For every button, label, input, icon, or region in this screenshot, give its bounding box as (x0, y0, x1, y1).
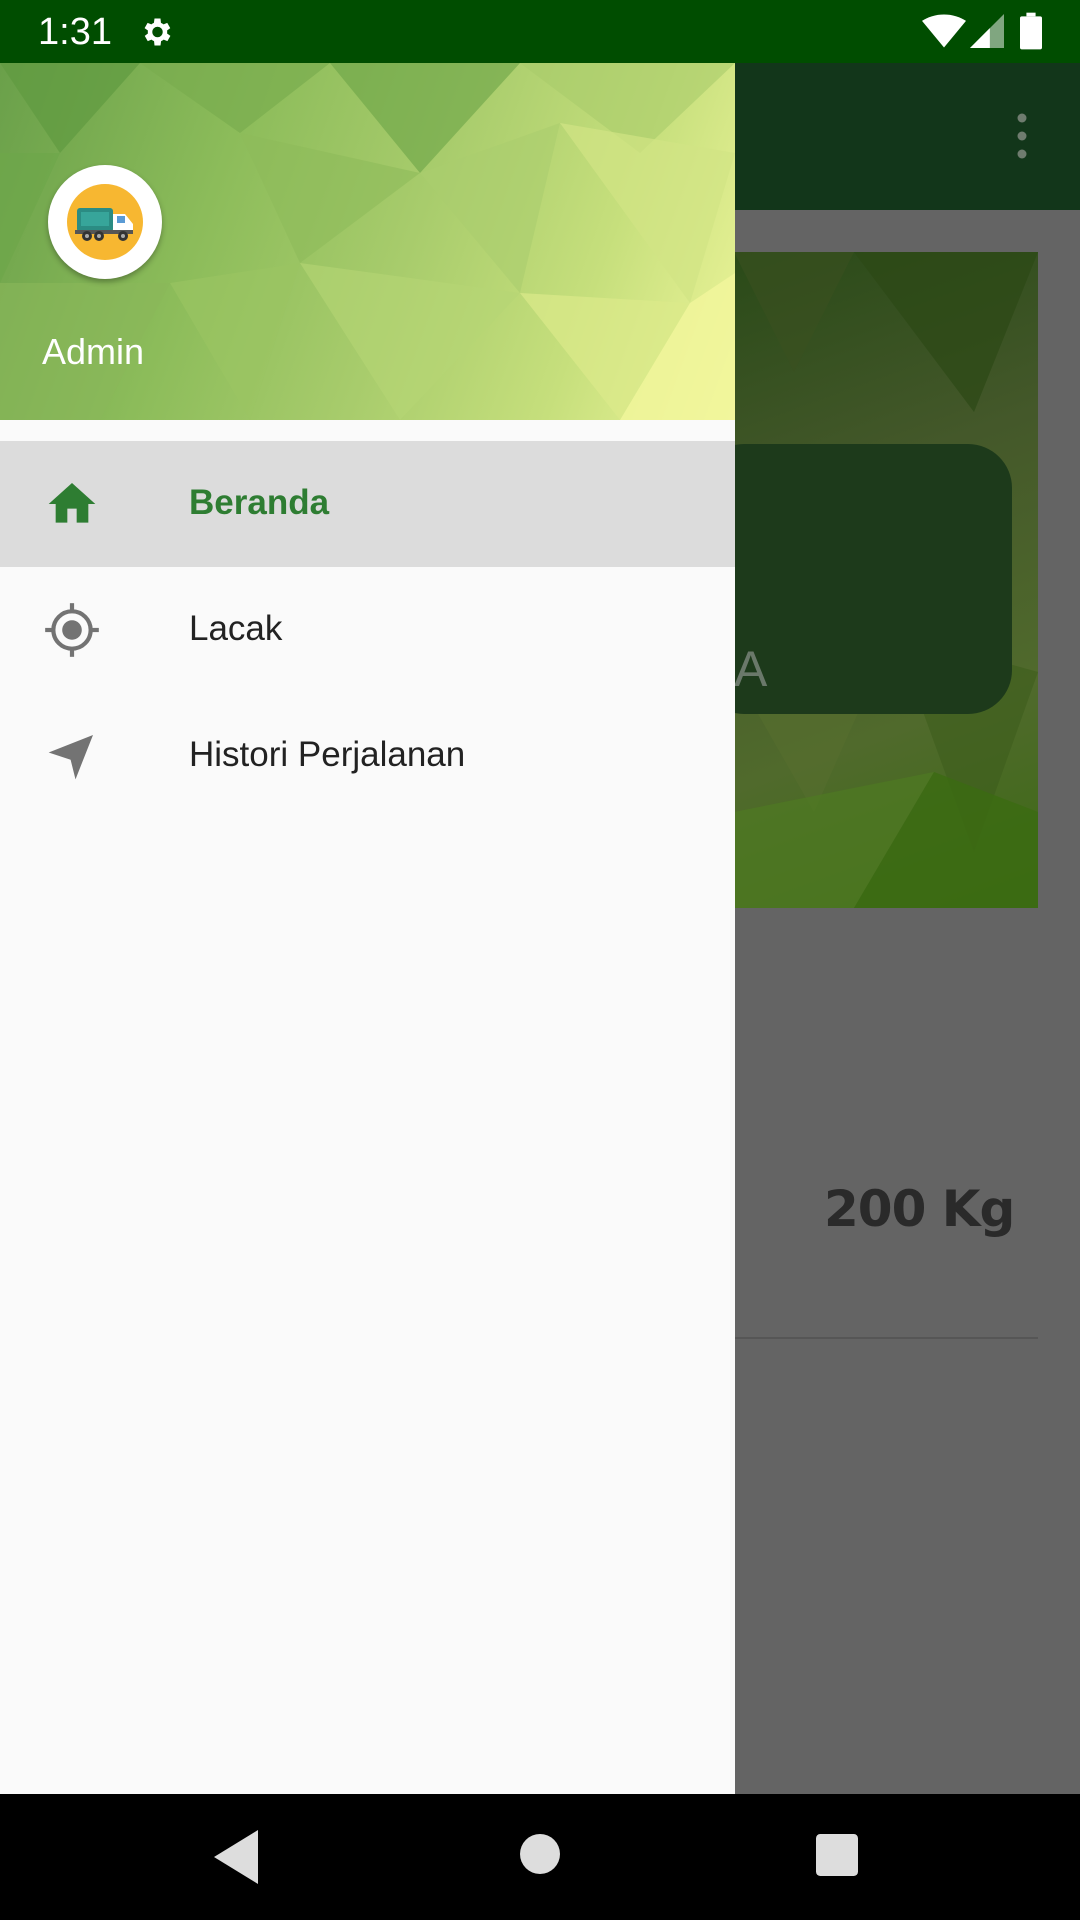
avatar-badge (67, 184, 143, 260)
menu-item-histori-perjalanan[interactable]: Histori Perjalanan (0, 693, 735, 819)
menu-item-label: Lacak (189, 609, 283, 648)
status-bar: 1:31 (0, 0, 1080, 63)
menu-item-lacak[interactable]: Lacak (0, 567, 735, 693)
weight-value: 200 Kg (824, 1180, 1015, 1238)
navigation-drawer: Admin Beranda Lacak Histori Perjalanan (0, 63, 735, 1794)
divider (734, 1337, 1038, 1339)
home-circle-icon[interactable] (520, 1834, 560, 1874)
overflow-menu-icon[interactable] (1010, 112, 1034, 160)
back-icon[interactable] (214, 1830, 258, 1884)
card-partial-text: A (734, 641, 768, 697)
screen: 1:31 A 200 Kg Admin Beranda Lacak Histor… (0, 0, 1080, 1920)
menu-item-label: Beranda (189, 483, 330, 522)
battery-icon (1020, 12, 1042, 50)
recents-icon[interactable] (816, 1834, 858, 1876)
avatar[interactable] (48, 165, 162, 279)
garbage-truck-icon (75, 208, 133, 241)
cell-signal-icon (970, 14, 1004, 48)
status-time: 1:31 (38, 11, 112, 53)
menu-item-beranda[interactable]: Beranda (0, 441, 735, 567)
wifi-icon (922, 14, 966, 48)
navigation-arrow-icon (48, 735, 93, 780)
home-icon (48, 483, 96, 523)
gps-target-icon (45, 603, 99, 657)
system-navigation-bar (0, 1794, 1080, 1920)
gear-icon (144, 18, 171, 46)
drawer-header: Admin (0, 63, 735, 420)
menu-item-label: Histori Perjalanan (189, 735, 466, 774)
user-name: Admin (42, 331, 145, 372)
drawer-menu: Beranda Lacak Histori Perjalanan (0, 441, 735, 819)
